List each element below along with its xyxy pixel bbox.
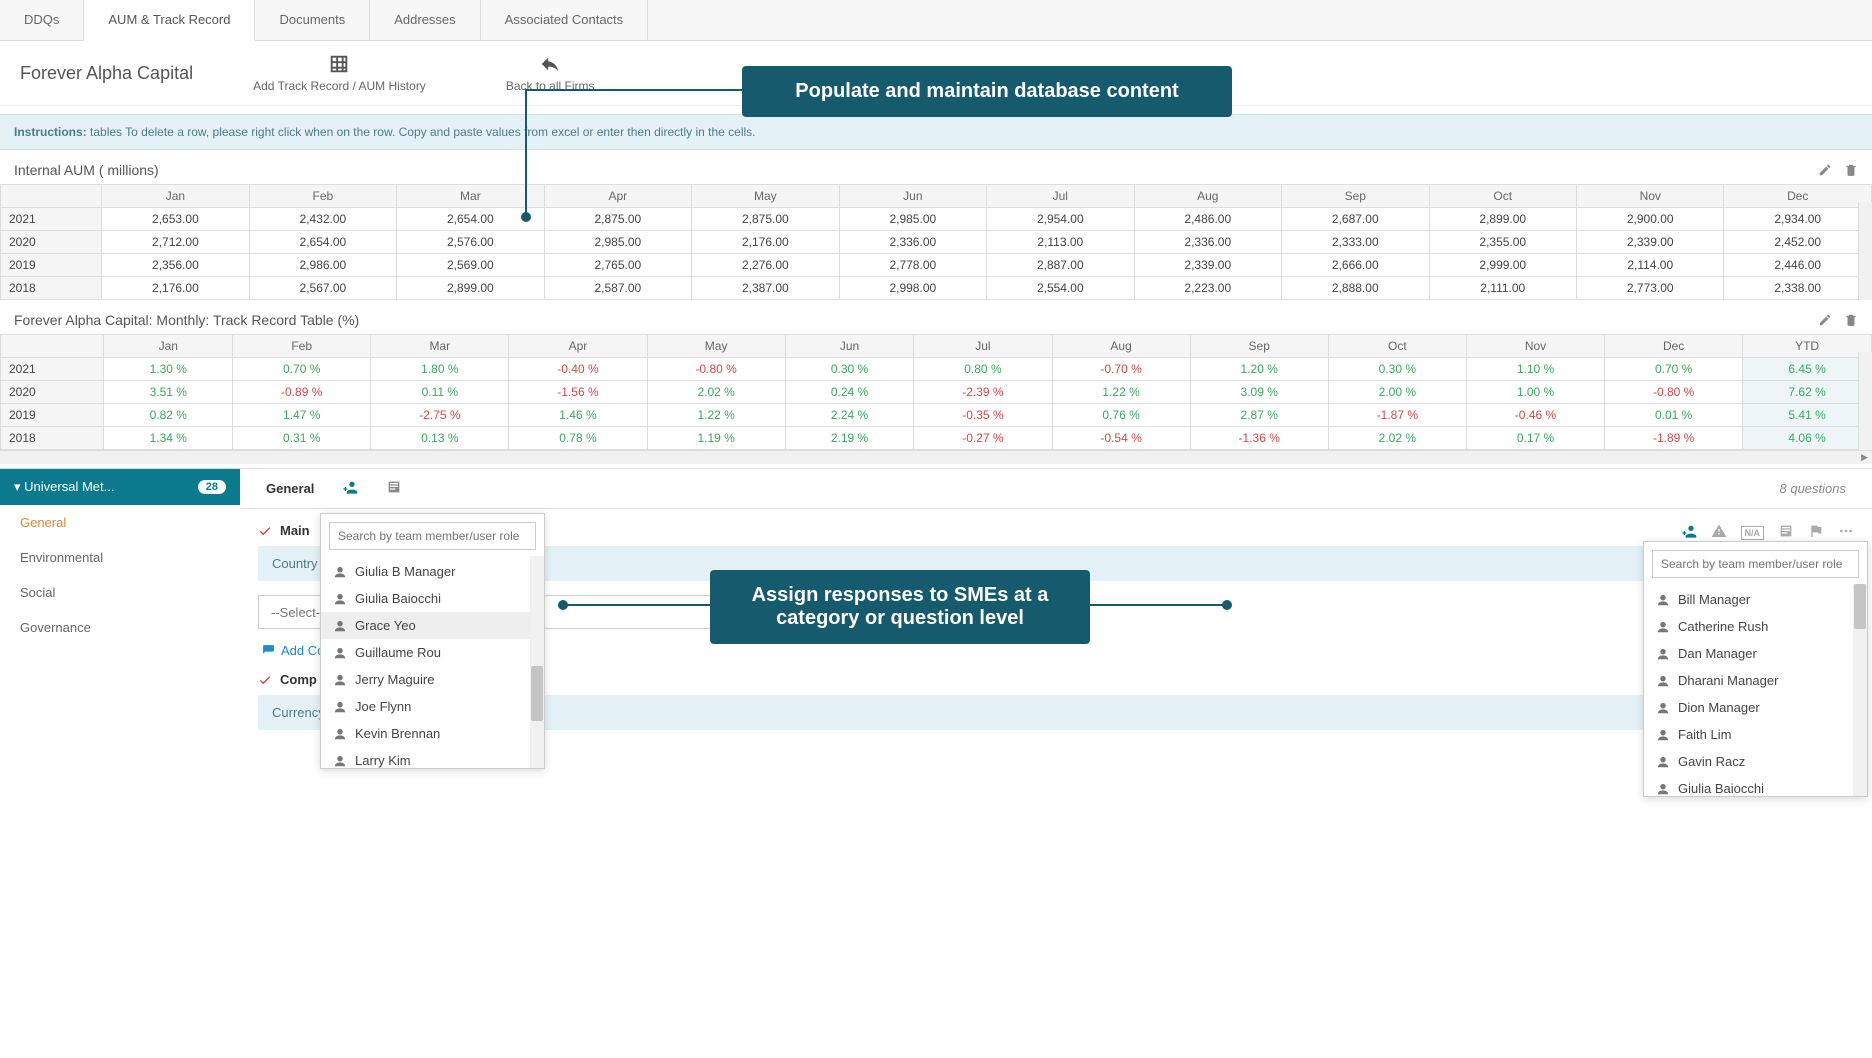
user-option[interactable]: Giulia Baiocchi — [1644, 775, 1867, 796]
user-option[interactable]: Guillaume Rou — [321, 639, 544, 666]
user-option[interactable]: Dion Manager — [1644, 694, 1867, 721]
aum-table[interactable]: JanFebMarAprMayJunJulAugSepOctNovDec2021… — [0, 184, 1872, 300]
track-table-wrap: JanFebMarAprMayJunJulAugSepOctNovDecYTD2… — [0, 334, 1872, 450]
assign-user-dropdown-2[interactable]: Bill ManagerCatherine RushDan ManagerDha… — [1643, 541, 1868, 797]
tab-aum-track-record[interactable]: AUM & Track Record — [84, 0, 255, 41]
user-option[interactable]: Gavin Racz — [1644, 748, 1867, 775]
check-icon — [258, 524, 272, 538]
callout-top: Populate and maintain database content — [742, 66, 1232, 117]
user-option[interactable]: Larry Kim — [321, 747, 544, 768]
assign-user-dropdown-1[interactable]: Giulia B ManagerGiulia BaiocchiGrace Yeo… — [320, 513, 545, 769]
user-option[interactable]: Dan Manager — [1644, 640, 1867, 667]
aum-table-wrap: JanFebMarAprMayJunJulAugSepOctNovDec2021… — [0, 184, 1872, 300]
user-option[interactable]: Dharani Manager — [1644, 667, 1867, 694]
user-option[interactable]: Bill Manager — [1644, 586, 1867, 613]
sidebar-item-general[interactable]: General — [0, 505, 240, 540]
assign-user-icon[interactable] — [1681, 523, 1697, 542]
reply-icon — [539, 53, 561, 75]
sidebar-header[interactable]: ▾ Universal Met... 28 — [0, 469, 240, 505]
warning-icon[interactable] — [1711, 523, 1727, 542]
na-button[interactable]: N/A — [1741, 526, 1765, 540]
pencil-icon[interactable] — [1818, 313, 1832, 327]
main-tabs: DDQsAUM & Track RecordDocumentsAddresses… — [0, 0, 1872, 41]
dropdown-scrollbar[interactable] — [1853, 584, 1867, 796]
form-icon[interactable] — [1778, 523, 1794, 542]
sidebar-item-social[interactable]: Social — [0, 575, 240, 610]
dropdown-scrollbar[interactable] — [530, 556, 544, 768]
trash-icon[interactable] — [1844, 313, 1858, 327]
user-option[interactable]: Grace Yeo — [321, 612, 544, 639]
category-tabs: General 8 questions — [240, 469, 1872, 509]
sidebar-item-governance[interactable]: Governance — [0, 610, 240, 645]
user-option[interactable]: Faith Lim — [1644, 721, 1867, 748]
assign-user-icon[interactable] — [328, 469, 372, 508]
instructions-banner: Instructions: tables To delete a row, pl… — [0, 114, 1872, 150]
callout-bottom: Assign responses to SMEs at a category o… — [710, 570, 1090, 644]
scrollbar-horizontal[interactable] — [0, 450, 1872, 464]
scrollbar-vertical[interactable] — [1858, 202, 1872, 300]
comment-icon — [262, 644, 275, 657]
form-icon[interactable] — [372, 469, 416, 508]
grid-icon — [328, 53, 350, 75]
check-icon — [258, 673, 272, 687]
user-option[interactable]: Jerry Maguire — [321, 666, 544, 693]
tab-associated-contacts[interactable]: Associated Contacts — [481, 0, 649, 40]
sidebar-item-environmental[interactable]: Environmental — [0, 540, 240, 575]
count-badge: 28 — [198, 480, 226, 494]
tab-ddqs[interactable]: DDQs — [0, 0, 84, 40]
user-option[interactable]: Catherine Rush — [1644, 613, 1867, 640]
trash-icon[interactable] — [1844, 163, 1858, 177]
back-to-firms-button[interactable]: Back to all Firms — [486, 53, 615, 93]
add-track-record-button[interactable]: Add Track Record / AUM History — [233, 53, 446, 93]
firm-name: Forever Alpha Capital — [20, 63, 193, 84]
track-table[interactable]: JanFebMarAprMayJunJulAugSepOctNovDecYTD2… — [0, 334, 1872, 450]
pencil-icon[interactable] — [1818, 163, 1832, 177]
user-option[interactable]: Giulia Baiocchi — [321, 585, 544, 612]
user-search-input[interactable] — [1652, 550, 1859, 578]
tab-addresses[interactable]: Addresses — [370, 0, 480, 40]
category-tab-general[interactable]: General — [252, 471, 328, 506]
user-search-input[interactable] — [329, 522, 536, 550]
aum-section-title: Internal AUM ( millions) — [0, 150, 1872, 184]
flag-icon[interactable] — [1808, 523, 1824, 542]
track-section-title: Forever Alpha Capital: Monthly: Track Re… — [0, 300, 1872, 334]
questions-count: 8 questions — [1766, 471, 1861, 506]
scrollbar-vertical[interactable] — [1858, 352, 1872, 450]
user-option[interactable]: Kevin Brennan — [321, 720, 544, 747]
user-option[interactable]: Giulia B Manager — [321, 558, 544, 585]
chevron-down-icon: ▾ — [14, 479, 21, 494]
category-sidebar: ▾ Universal Met... 28 GeneralEnvironment… — [0, 469, 240, 744]
question-toolbar: N/A — [1681, 523, 1855, 542]
more-icon[interactable] — [1838, 523, 1854, 542]
tab-documents[interactable]: Documents — [255, 0, 370, 40]
user-option[interactable]: Joe Flynn — [321, 693, 544, 720]
